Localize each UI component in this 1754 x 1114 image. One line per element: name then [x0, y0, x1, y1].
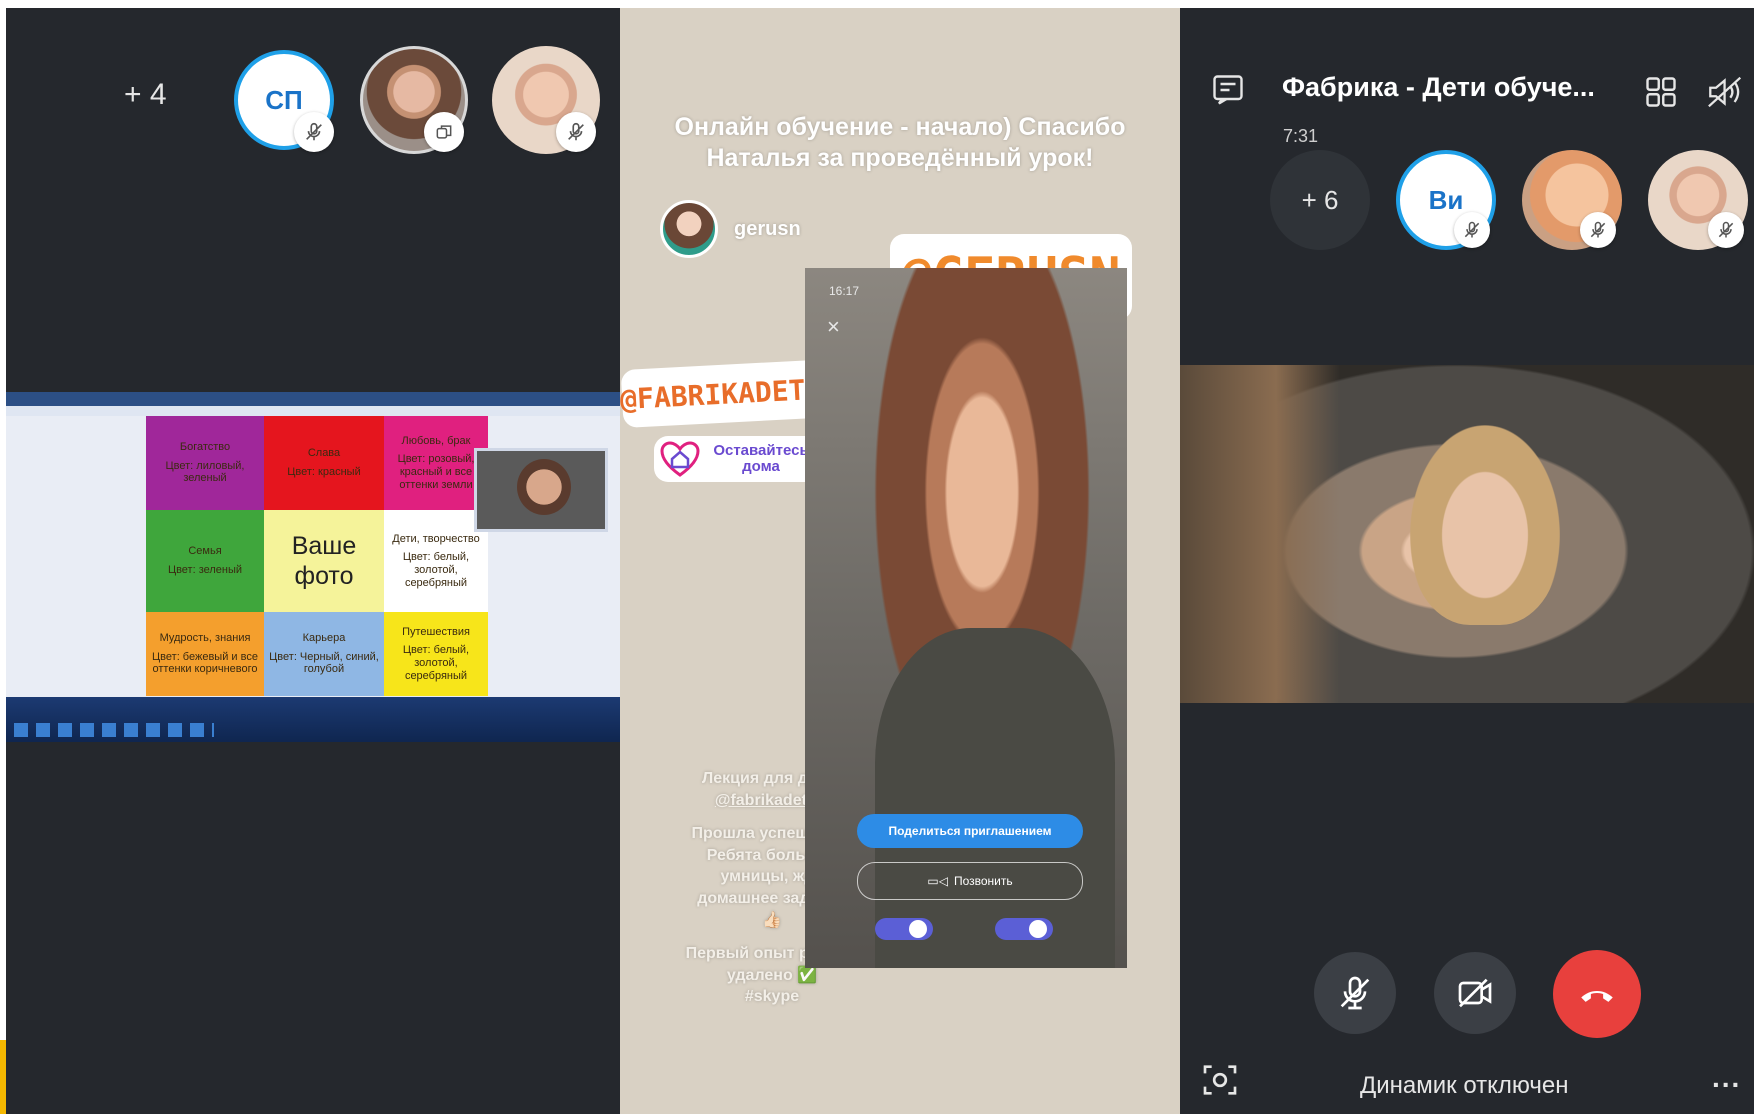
speaker-muted-icon[interactable]: [1706, 74, 1746, 115]
speaker-face: [1410, 425, 1560, 625]
story-username[interactable]: gerusn: [734, 218, 801, 241]
hang-up-icon: [1581, 990, 1613, 1002]
mute-mic-button[interactable]: [1314, 952, 1396, 1034]
taskbar-apps: [14, 723, 214, 737]
windows-taskbar: [6, 697, 620, 742]
window-menubar: [6, 406, 620, 416]
mic-muted-icon: [1580, 212, 1616, 248]
call-title[interactable]: Фабрика - Дети обуче...: [1282, 72, 1595, 103]
phone-screenshot: 16:17 × Поделиться приглашением ▭◁ Позво…: [805, 268, 1127, 968]
chat-icon[interactable]: [1210, 72, 1246, 113]
grid-view-icon[interactable]: [1643, 74, 1679, 115]
your-photo-cell: Ваше фото: [264, 510, 384, 612]
end-call-button[interactable]: [1553, 950, 1641, 1038]
more-options-button[interactable]: ...: [1712, 1062, 1741, 1094]
shared-screen: Богатство Цвет: лиловый, зеленый Слава Ц…: [6, 392, 620, 742]
story-headline: Онлайн обучение - начало) Спасибо Наталь…: [674, 113, 1126, 172]
switch-camera-icon[interactable]: [424, 112, 464, 152]
video-off-icon: [1458, 978, 1492, 1008]
main-video-feed[interactable]: [1180, 365, 1754, 703]
bagua-cell: Любовь, брак Цвет: розовый, красный и вс…: [384, 416, 488, 510]
background-cabinet: [1180, 365, 1340, 703]
bagua-cell: Семья Цвет: зеленый: [146, 510, 264, 612]
preview-face: [517, 459, 571, 515]
screenshot-icon[interactable]: [1200, 1060, 1240, 1105]
mic-muted-icon: [1708, 212, 1744, 248]
close-icon[interactable]: ×: [827, 314, 840, 340]
bagua-cell: Путешествия Цвет: белый, золотой, серебр…: [384, 612, 488, 696]
accent-edge: [0, 1040, 6, 1114]
mic-muted-icon: [294, 112, 334, 152]
self-video-preview[interactable]: [474, 448, 608, 532]
call-button[interactable]: ▭◁ Позвонить: [857, 862, 1083, 900]
overflow-participants[interactable]: + 6: [1270, 150, 1370, 250]
share-invite-button[interactable]: Поделиться приглашением: [857, 814, 1083, 848]
camera-toggle[interactable]: [875, 918, 933, 940]
toggle-video-button[interactable]: [1434, 952, 1516, 1034]
speaker-status-text: Динамик отключен: [1360, 1072, 1569, 1099]
bagua-cell: Богатство Цвет: лиловый, зеленый: [146, 416, 264, 510]
story-avatar[interactable]: [660, 200, 718, 258]
mic-muted-icon: [1454, 212, 1490, 248]
mic-muted-icon: [1340, 976, 1370, 1010]
bagua-cell: Карьера Цвет: Черный, синий, голубой: [264, 612, 384, 696]
avatar-initials: СП: [265, 84, 303, 115]
heart-house-icon: [660, 441, 700, 482]
avatar-initials: Ви: [1428, 184, 1464, 215]
bagua-cell: Мудрость, знания Цвет: бежевый и все отт…: [146, 612, 264, 696]
call-duration: 7:31: [1283, 126, 1319, 146]
mic-muted-icon: [556, 112, 596, 152]
mic-toggle[interactable]: [995, 918, 1053, 940]
window-titlebar: [6, 392, 620, 406]
video-call-icon: ▭◁: [927, 874, 948, 888]
bagua-cell: Слава Цвет: красный: [264, 416, 384, 510]
overflow-participants[interactable]: + 4: [124, 78, 167, 112]
phone-time: 16:17: [829, 284, 860, 298]
sweater: [875, 628, 1115, 968]
bagua-cell: Дети, творчество Цвет: белый, золотой, с…: [384, 510, 488, 612]
